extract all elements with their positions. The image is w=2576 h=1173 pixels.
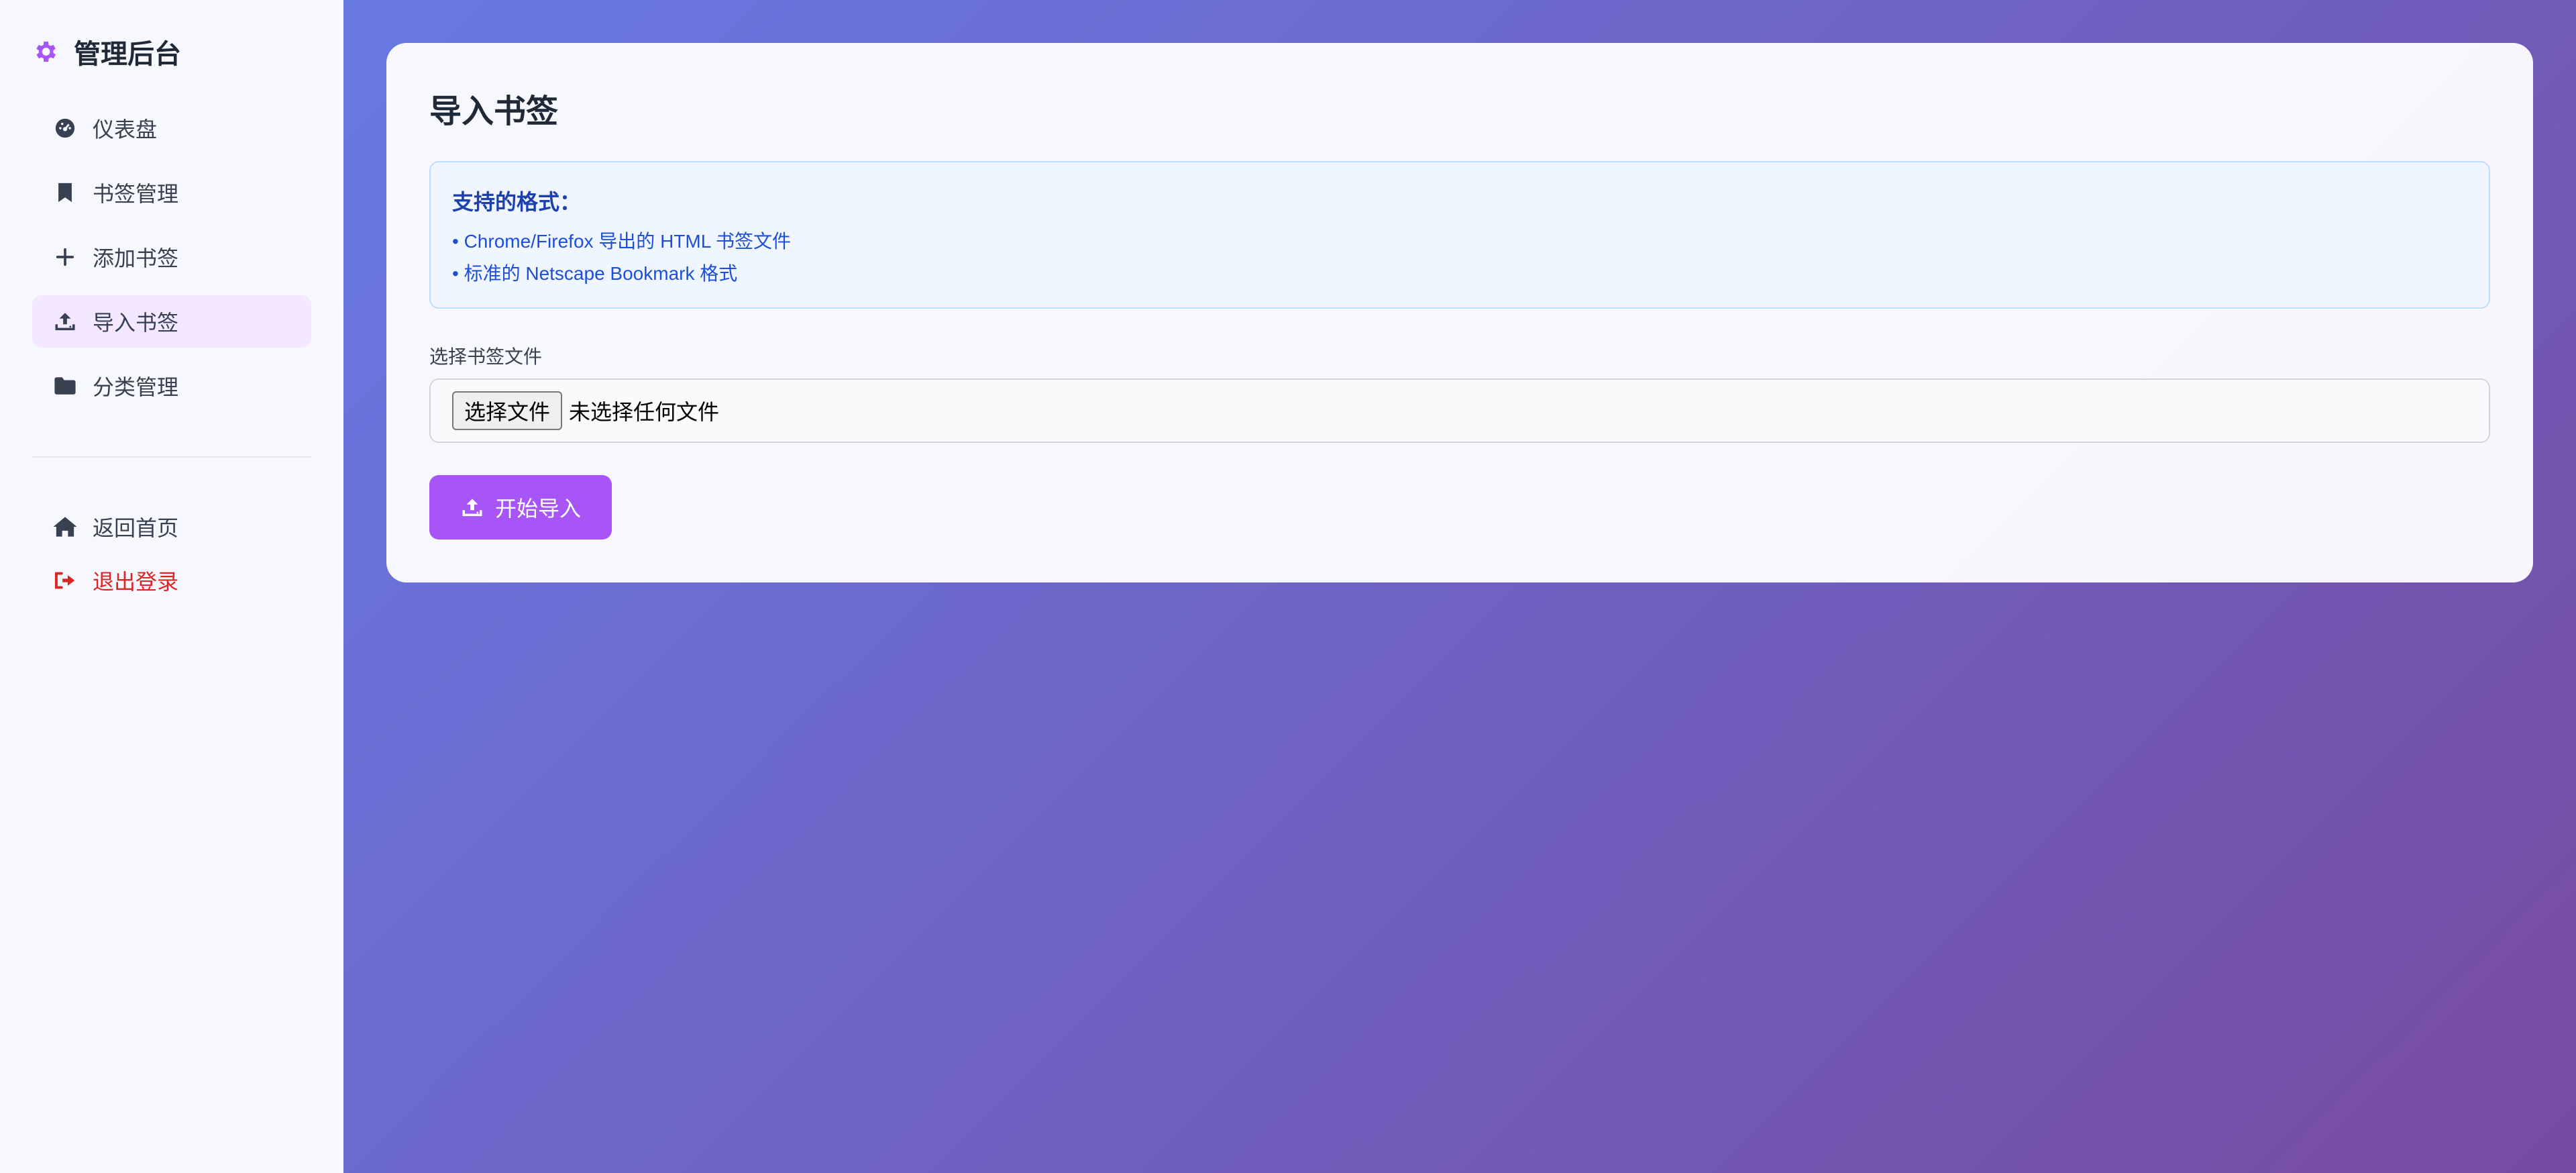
file-input[interactable]: 选择文件 未选择任何文件: [429, 378, 2490, 443]
upload-icon: [52, 309, 78, 334]
sidebar-divider: [32, 456, 311, 458]
page-title: 导入书签: [429, 94, 559, 130]
plus-icon: [52, 244, 78, 270]
import-card: 导入书签 支持的格式： • Chrome/Firefox 导出的 HTML 书签…: [386, 43, 2533, 582]
sidebar-item-label: 仪表盘: [93, 117, 158, 142]
supported-formats-info: 支持的格式： • Chrome/Firefox 导出的 HTML 书签文件 • …: [429, 161, 2490, 309]
info-line: • Chrome/Firefox 导出的 HTML 书签文件: [452, 231, 792, 252]
sidebar-item-bookmarks[interactable]: 书签管理: [32, 166, 311, 219]
sidebar-item-label: 添加书签: [93, 246, 179, 270]
sidebar-item-home[interactable]: 返回首页: [32, 501, 311, 553]
sidebar-item-categories[interactable]: 分类管理: [32, 360, 311, 412]
sidebar-item-dashboard[interactable]: 仪表盘: [32, 102, 311, 154]
sidebar-item-label: 分类管理: [93, 375, 179, 399]
sidebar-item-label: 导入书签: [93, 311, 179, 335]
home-icon: [52, 514, 78, 540]
sidebar-item-import[interactable]: 导入书签: [32, 295, 311, 348]
sidebar-item-label: 退出登录: [93, 570, 179, 594]
info-title: 支持的格式：: [452, 190, 582, 214]
file-label: 选择书签文件: [429, 346, 543, 367]
sidebar-item-add-bookmark[interactable]: 添加书签: [32, 231, 311, 283]
info-line: • 标准的 Netscape Bookmark 格式: [452, 263, 738, 284]
sidebar: 管理后台 仪表盘 书签管理 添加书签 导入书签 分类管理 返回首页 退出登录: [0, 0, 343, 1173]
choose-file-button[interactable]: 选择文件: [452, 391, 563, 430]
start-import-label: 开始导入: [494, 497, 581, 521]
bookmark-icon: [52, 180, 78, 205]
brand: 管理后台: [31, 35, 181, 69]
logout-icon: [52, 568, 78, 593]
sidebar-item-logout[interactable]: 退出登录: [32, 554, 311, 607]
sidebar-item-label: 返回首页: [93, 516, 179, 540]
brand-title: 管理后台: [74, 40, 181, 69]
folder-icon: [52, 373, 78, 399]
start-import-button[interactable]: 开始导入: [429, 475, 612, 540]
upload-icon: [460, 495, 484, 519]
file-status: 未选择任何文件: [569, 400, 720, 424]
dashboard-icon: [52, 115, 78, 141]
sidebar-item-label: 书签管理: [93, 182, 179, 206]
gear-icon: [31, 38, 59, 66]
